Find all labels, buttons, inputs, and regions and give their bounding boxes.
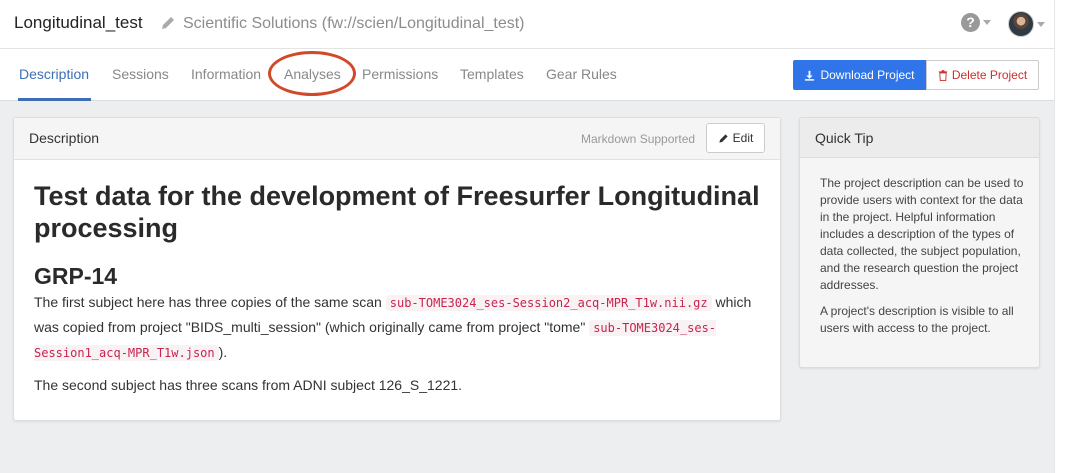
description-panel-header: Description Markdown Supported Edit xyxy=(14,118,780,160)
edit-button[interactable]: Edit xyxy=(706,123,765,153)
quick-tip-title: Quick Tip xyxy=(815,130,874,146)
top-header: Longitudinal_test Scientific Solutions (… xyxy=(0,0,1054,49)
tab-information[interactable]: Information xyxy=(191,66,261,82)
tab-permissions[interactable]: Permissions xyxy=(362,66,438,82)
scrollbar[interactable] xyxy=(1054,0,1065,473)
quick-tip-paragraph: A project's description is visible to al… xyxy=(820,304,1014,335)
text-run: ). xyxy=(218,344,228,360)
quick-tip-body: The project description can be used to p… xyxy=(820,175,1025,337)
description-content: Test data for the development of Freesur… xyxy=(34,180,764,397)
project-subtitle: Scientific Solutions (fw://scien/Longitu… xyxy=(183,15,525,32)
analyses-highlight-annotation xyxy=(268,51,356,96)
tab-gear-rules[interactable]: Gear Rules xyxy=(546,66,617,82)
active-tab-indicator xyxy=(18,98,91,101)
quick-tip-header: Quick Tip xyxy=(800,118,1039,158)
chevron-down-icon xyxy=(983,20,991,25)
tab-description[interactable]: Description xyxy=(19,66,89,82)
pencil-icon[interactable] xyxy=(160,15,176,31)
file-name-code: sub-TOME3024_ses-Session2_acq-MPR_T1w.ni… xyxy=(385,295,712,311)
text-run: The first subject here has three copies … xyxy=(34,294,386,310)
description-panel: Description Markdown Supported Edit Test… xyxy=(13,117,781,421)
trash-icon xyxy=(938,69,947,81)
description-subheading: GRP-14 xyxy=(34,263,118,289)
download-icon xyxy=(805,70,815,81)
edit-label: Edit xyxy=(732,131,754,145)
project-title: Longitudinal_test xyxy=(14,13,143,32)
help-menu[interactable]: ? xyxy=(961,13,991,32)
markdown-supported-note: Markdown Supported xyxy=(581,132,696,146)
tab-sessions[interactable]: Sessions xyxy=(112,66,169,82)
description-heading: Test data for the development of Freesur… xyxy=(34,181,760,243)
quick-tip-panel: Quick Tip The project description can be… xyxy=(799,117,1040,368)
description-paragraph-1: The first subject here has three copies … xyxy=(34,290,764,365)
question-circle-icon: ? xyxy=(961,13,980,32)
download-project-label: Download Project xyxy=(820,68,915,82)
description-paragraph-2: The second subject has three scans from … xyxy=(34,377,463,393)
delete-project-button[interactable]: Delete Project xyxy=(926,60,1039,90)
user-menu[interactable] xyxy=(1008,11,1045,37)
pencil-icon xyxy=(719,133,728,143)
chevron-down-icon xyxy=(1037,21,1045,27)
delete-project-label: Delete Project xyxy=(951,68,1028,82)
download-project-button[interactable]: Download Project xyxy=(793,60,926,90)
quick-tip-paragraph: The project description can be used to p… xyxy=(820,176,1024,292)
avatar xyxy=(1008,11,1034,37)
description-panel-title: Description xyxy=(29,130,100,146)
tab-templates[interactable]: Templates xyxy=(460,66,524,82)
